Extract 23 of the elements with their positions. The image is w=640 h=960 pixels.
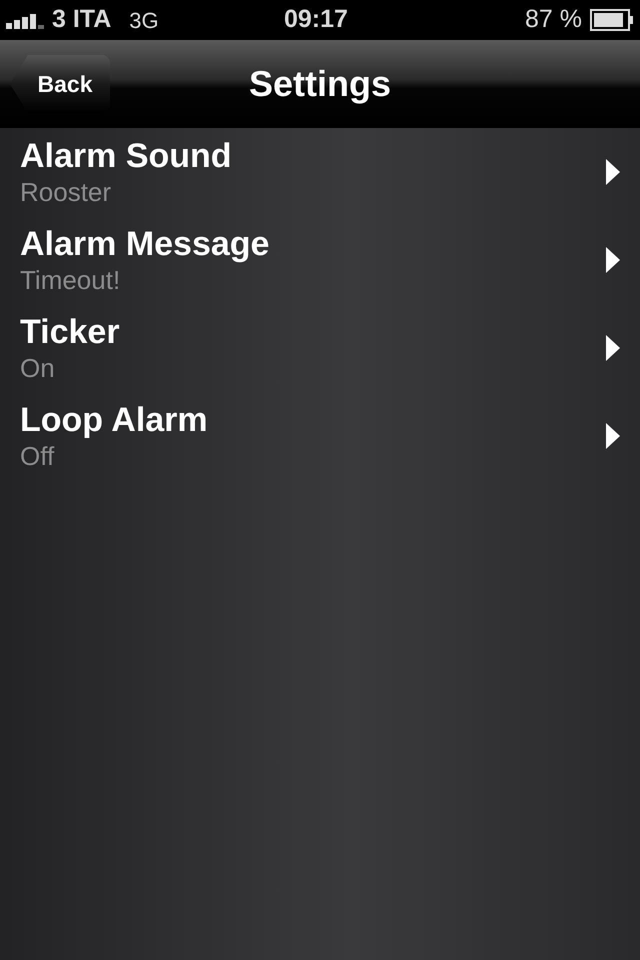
- setting-title: Ticker: [20, 312, 121, 352]
- signal-icon: [6, 11, 46, 29]
- chevron-icon: [606, 159, 620, 185]
- settings-row[interactable]: Ticker On: [0, 304, 640, 392]
- setting-value: On: [20, 352, 56, 384]
- status-time: 09:17: [284, 4, 348, 36]
- setting-title: Loop Alarm: [20, 400, 209, 440]
- screen-title: Settings: [248, 62, 392, 106]
- setting-value: Rooster: [20, 176, 112, 208]
- setting-value: Off: [20, 440, 56, 472]
- carrier-name: 3 ITA: [52, 4, 112, 36]
- settings-row[interactable]: Alarm Sound Rooster: [0, 128, 640, 216]
- chevron-icon: [606, 247, 620, 273]
- battery-icon: [590, 9, 634, 31]
- setting-title: Alarm Message: [20, 224, 270, 264]
- chevron-icon: [606, 423, 620, 449]
- setting-value: Timeout!: [20, 264, 122, 296]
- settings-row[interactable]: Loop Alarm Off: [0, 392, 640, 480]
- battery-percent: 87 %: [525, 4, 582, 36]
- chevron-icon: [606, 335, 620, 361]
- setting-title: Alarm Sound: [20, 136, 233, 176]
- network-type: 3G: [129, 6, 159, 34]
- settings-row[interactable]: Alarm Message Timeout!: [0, 216, 640, 304]
